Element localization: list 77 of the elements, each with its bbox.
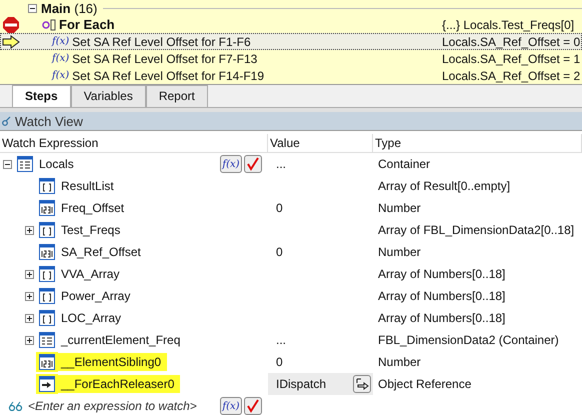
array-icon — [39, 178, 55, 194]
value-text: IDispatch — [276, 377, 326, 391]
variable-name[interactable]: VVA_Array — [58, 265, 126, 283]
function-icon: f(x) — [52, 70, 70, 81]
value-text: ... — [276, 157, 286, 171]
stop-icon[interactable] — [3, 16, 19, 32]
check-button[interactable] — [244, 397, 262, 415]
group-label: Main (16) — [41, 0, 98, 16]
type-text: FBL_DimensionData2 (Container) — [378, 333, 559, 347]
check-button[interactable] — [244, 155, 262, 173]
value-text: 0 — [276, 201, 283, 215]
expand-icon[interactable] — [2, 160, 12, 168]
array-icon — [39, 266, 55, 282]
check-icon — [246, 157, 260, 171]
variable-name[interactable]: Power_Array — [58, 287, 136, 305]
type-text: Array of Numbers[0..18] — [378, 289, 506, 303]
panel-title: Watch View — [15, 114, 83, 128]
value-text: ... — [276, 333, 286, 347]
step-value: Locals.SA_Ref_Offset = 1 — [442, 52, 582, 66]
type-text: Array of Numbers[0..18] — [378, 311, 506, 325]
step-value: {...} Locals.Test_Freqs[0] — [442, 18, 576, 32]
variable-name[interactable]: Test_Freqs — [58, 221, 126, 239]
tab[interactable]: Variables — [70, 85, 146, 107]
variable-name[interactable]: LOC_Array — [58, 309, 128, 327]
variable-name[interactable]: _currentElement_Freq — [58, 331, 186, 349]
variable-name[interactable]: Freq_Offset — [58, 199, 130, 217]
expression-button[interactable]: f(x) — [220, 397, 242, 415]
current-step-row[interactable]: f(x) Set SA Ref Level Offset for F1-F6 Locals.SA_Ref_Offset = 0 — [0, 33, 582, 50]
variable-name[interactable]: __ElementSibling0 — [58, 353, 168, 371]
reference-icon — [39, 376, 55, 392]
arrow-icon — [2, 34, 20, 48]
step-name: Set SA Ref Level Offset for F14-F19 — [72, 68, 264, 82]
type-text: Number — [378, 201, 421, 215]
array-icon — [39, 222, 55, 238]
type-text: Number — [378, 355, 421, 369]
variable-name[interactable]: ResultList — [58, 177, 120, 195]
variable-name[interactable]: Locals — [36, 155, 80, 173]
column-header[interactable]: Value — [268, 134, 373, 152]
type-text: Array of Numbers[0..18] — [378, 267, 506, 281]
reference-icon — [355, 377, 369, 391]
column-header[interactable]: Type — [373, 134, 582, 152]
edit-button[interactable] — [353, 375, 371, 393]
type-text: Array of FBL_DimensionData2[0..18] — [378, 223, 574, 237]
check-icon — [246, 399, 260, 413]
number-icon — [39, 200, 55, 216]
tab[interactable]: Report — [146, 85, 208, 107]
table-icon — [39, 332, 55, 348]
type-text: Object Reference — [378, 377, 472, 391]
value-text: 0 — [276, 355, 283, 369]
expand-icon[interactable] — [24, 314, 34, 322]
step-name: Set SA Ref Level Offset for F7-F13 — [72, 52, 258, 66]
array-icon — [39, 288, 55, 304]
step-value: Locals.SA_Ref_Offset = 2 — [442, 68, 582, 82]
expression-button[interactable]: f(x) — [220, 155, 242, 173]
value-text: 0 — [276, 245, 283, 259]
step-value: Locals.SA_Ref_Offset = 0 — [442, 34, 582, 48]
expand-icon[interactable] — [24, 336, 34, 344]
step-name: Set SA Ref Level Offset for F1-F6 — [72, 34, 251, 48]
loop-icon — [42, 18, 56, 30]
number-icon — [39, 244, 55, 260]
number-icon — [39, 354, 55, 370]
tab[interactable]: Steps — [12, 85, 71, 107]
type-text: Container — [378, 157, 430, 171]
collapse-icon[interactable] — [28, 4, 37, 12]
expand-icon[interactable] — [24, 292, 34, 300]
array-icon — [39, 310, 55, 326]
type-text: Number — [378, 245, 421, 259]
table-icon — [17, 156, 33, 172]
type-text: Array of Result[0..empty] — [378, 179, 510, 193]
expand-icon[interactable] — [24, 270, 34, 278]
expression-field[interactable]: <Enter an expression to watch> — [28, 399, 197, 413]
variable-name[interactable]: SA_Ref_Offset — [58, 243, 147, 261]
function-icon: f(x) — [52, 36, 70, 47]
variable-name[interactable]: __ForEachReleaser0 — [58, 375, 180, 393]
expand-icon[interactable] — [24, 226, 34, 234]
function-icon: f(x) — [52, 53, 70, 64]
step-name: For Each — [59, 17, 115, 32]
